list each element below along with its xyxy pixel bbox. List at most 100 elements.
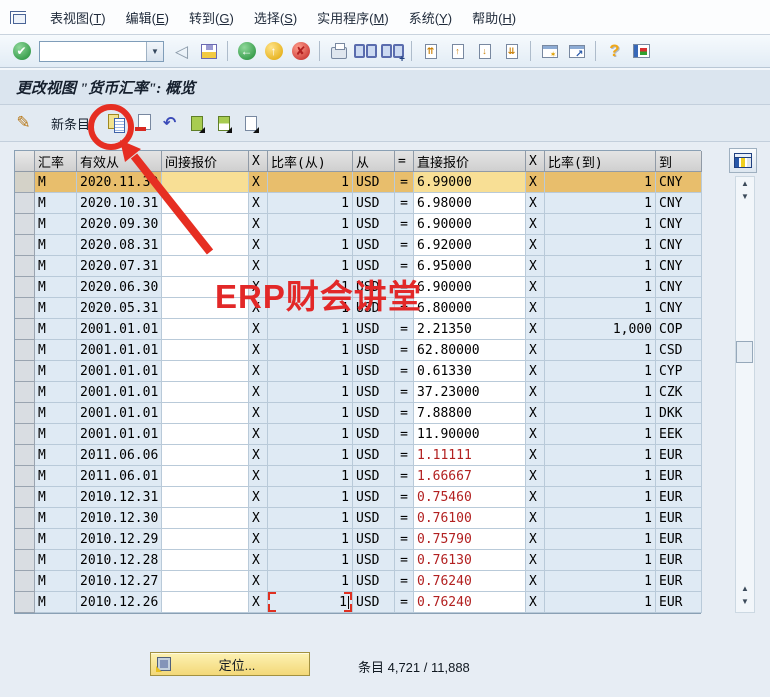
table-settings-button[interactable] bbox=[729, 148, 757, 173]
cell-indirect[interactable] bbox=[162, 319, 249, 340]
copy-as-icon[interactable] bbox=[104, 112, 127, 135]
cell-indirect[interactable] bbox=[162, 487, 249, 508]
cell-direct[interactable]: 0.76240 bbox=[414, 592, 526, 613]
row-selector[interactable] bbox=[15, 298, 35, 319]
row-selector[interactable] bbox=[15, 445, 35, 466]
menu-item-1[interactable]: 表视图(T) bbox=[40, 7, 116, 30]
new-entries-button[interactable]: 新条目 bbox=[43, 111, 98, 136]
create-shortcut-icon[interactable]: ↗ bbox=[565, 40, 588, 63]
cancel-button-icon[interactable]: ✘ bbox=[289, 40, 312, 63]
row-selector[interactable] bbox=[15, 382, 35, 403]
cell-indirect[interactable] bbox=[162, 508, 249, 529]
row-selector[interactable] bbox=[15, 361, 35, 382]
print-icon[interactable] bbox=[327, 40, 350, 63]
menu-item-4[interactable]: 选择(S) bbox=[244, 7, 307, 30]
cell-direct[interactable]: 1.11111 bbox=[414, 445, 526, 466]
save-icon[interactable] bbox=[197, 40, 220, 63]
menu-item-5[interactable]: 实用程序(M) bbox=[307, 7, 399, 30]
cell-ratio_from-focused[interactable]: 1 bbox=[268, 592, 353, 613]
scroll-up-icon[interactable]: ▲ bbox=[736, 177, 754, 190]
cell-direct[interactable]: 6.92000 bbox=[414, 235, 526, 256]
column-header-x1[interactable]: X bbox=[249, 151, 268, 172]
row-selector[interactable] bbox=[15, 235, 35, 256]
cell-indirect[interactable] bbox=[162, 361, 249, 382]
column-header-to[interactable]: 到 bbox=[656, 151, 702, 172]
row-selector[interactable] bbox=[15, 319, 35, 340]
row-selector[interactable] bbox=[15, 214, 35, 235]
row-selector[interactable] bbox=[15, 277, 35, 298]
cell-direct[interactable]: 6.95000 bbox=[414, 256, 526, 277]
row-selector[interactable] bbox=[15, 571, 35, 592]
menu-item-7[interactable]: 帮助(H) bbox=[462, 7, 526, 30]
column-header-direct[interactable]: 直接报价 bbox=[414, 151, 526, 172]
cell-indirect[interactable] bbox=[162, 256, 249, 277]
window-control-menu-icon[interactable] bbox=[10, 11, 26, 24]
position-button[interactable]: 定位... bbox=[150, 652, 310, 676]
cell-indirect[interactable] bbox=[162, 445, 249, 466]
row-selector[interactable] bbox=[15, 508, 35, 529]
row-selector[interactable] bbox=[15, 340, 35, 361]
chevron-down-icon[interactable]: ▼ bbox=[146, 42, 163, 61]
column-header-rate_type[interactable]: 汇率 bbox=[35, 151, 77, 172]
scroll-up-bottom-icon[interactable]: ▲ bbox=[736, 582, 754, 595]
cell-indirect[interactable] bbox=[162, 529, 249, 550]
cell-indirect[interactable] bbox=[162, 424, 249, 445]
column-header-indirect[interactable]: 间接报价 bbox=[162, 151, 249, 172]
cell-indirect[interactable] bbox=[162, 277, 249, 298]
select-block-icon[interactable] bbox=[212, 112, 235, 135]
cell-direct[interactable]: 0.76130 bbox=[414, 550, 526, 571]
cell-indirect[interactable] bbox=[162, 340, 249, 361]
first-page-icon[interactable]: ⇈ bbox=[419, 40, 442, 63]
cell-direct[interactable]: 1.66667 bbox=[414, 466, 526, 487]
menu-item-2[interactable]: 编辑(E) bbox=[116, 7, 179, 30]
cell-indirect[interactable] bbox=[162, 298, 249, 319]
delete-row-icon[interactable] bbox=[131, 112, 154, 135]
scroll-down-icon[interactable]: ▼ bbox=[736, 190, 754, 203]
row-selector[interactable] bbox=[15, 550, 35, 571]
cell-indirect[interactable] bbox=[162, 382, 249, 403]
cell-indirect[interactable] bbox=[162, 172, 249, 193]
row-selector[interactable] bbox=[15, 487, 35, 508]
exit-button-icon[interactable]: ↑ bbox=[262, 40, 285, 63]
cell-direct[interactable]: 0.61330 bbox=[414, 361, 526, 382]
scrollbar-track[interactable] bbox=[736, 203, 754, 582]
cell-direct[interactable]: 0.76240 bbox=[414, 571, 526, 592]
menu-item-6[interactable]: 系统(Y) bbox=[399, 7, 462, 30]
cell-indirect[interactable] bbox=[162, 193, 249, 214]
cell-indirect[interactable] bbox=[162, 403, 249, 424]
cell-direct[interactable]: 11.90000 bbox=[414, 424, 526, 445]
new-session-icon[interactable]: ✶ bbox=[538, 40, 561, 63]
command-input[interactable] bbox=[40, 43, 146, 60]
cell-direct[interactable]: 6.99000 bbox=[414, 172, 526, 193]
command-field[interactable]: ▼ bbox=[39, 41, 164, 62]
page-down-icon[interactable]: ↓ bbox=[473, 40, 496, 63]
cell-direct[interactable]: 0.75460 bbox=[414, 487, 526, 508]
row-selector[interactable] bbox=[15, 466, 35, 487]
row-selector[interactable] bbox=[15, 193, 35, 214]
column-header-valid_from[interactable]: 有效从 bbox=[77, 151, 162, 172]
select-all-icon[interactable] bbox=[185, 112, 208, 135]
cell-indirect[interactable] bbox=[162, 571, 249, 592]
row-selector[interactable] bbox=[15, 529, 35, 550]
undo-icon[interactable]: ↶ bbox=[158, 112, 181, 135]
scrollbar-thumb[interactable] bbox=[736, 341, 753, 363]
cell-indirect[interactable] bbox=[162, 235, 249, 256]
row-selector[interactable] bbox=[15, 256, 35, 277]
back-button-icon[interactable]: ← bbox=[235, 40, 258, 63]
cell-direct[interactable]: 6.90000 bbox=[414, 277, 526, 298]
cell-direct[interactable]: 62.80000 bbox=[414, 340, 526, 361]
cell-direct[interactable]: 37.23000 bbox=[414, 382, 526, 403]
enter-icon[interactable]: ✔ bbox=[10, 40, 33, 63]
row-selector[interactable] bbox=[15, 424, 35, 445]
page-up-icon[interactable]: ↑ bbox=[446, 40, 469, 63]
column-header-from[interactable]: 从 bbox=[353, 151, 395, 172]
column-header-x2[interactable]: X bbox=[526, 151, 545, 172]
cell-direct[interactable]: 0.75790 bbox=[414, 529, 526, 550]
menu-item-3[interactable]: 转到(G) bbox=[179, 7, 244, 30]
customize-layout-icon[interactable] bbox=[630, 40, 653, 63]
cell-indirect[interactable] bbox=[162, 550, 249, 571]
find-next-icon[interactable]: + bbox=[381, 40, 404, 63]
help-icon[interactable]: ? bbox=[603, 40, 626, 63]
cell-direct[interactable]: 6.90000 bbox=[414, 214, 526, 235]
row-selector[interactable] bbox=[15, 592, 35, 613]
